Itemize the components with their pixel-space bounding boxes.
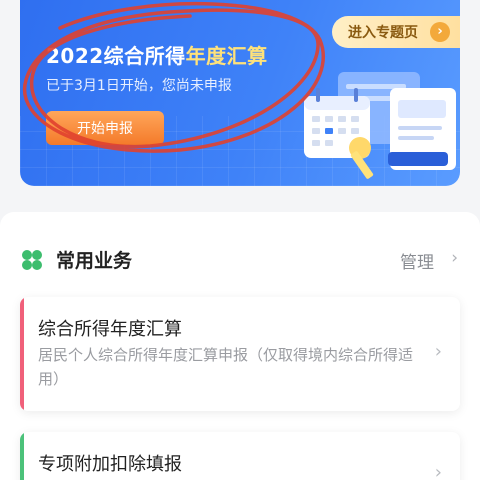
- banner-title-highlight: 年度汇算: [185, 44, 268, 68]
- topic-page-link[interactable]: 进入专题页 ›: [332, 16, 460, 48]
- banner-subtitle: 已于3月1日开始，您尚未申报: [46, 78, 232, 94]
- calendar-icon: [304, 88, 371, 159]
- service-title: 综合所得年度汇算: [38, 319, 182, 340]
- banner-title: 2022综合所得年度汇算: [46, 40, 268, 69]
- section-title: 常用业务: [56, 250, 133, 272]
- common-services-header: 常用业务 管理 ›: [20, 245, 460, 275]
- clover-icon: [22, 250, 42, 270]
- calendar-documents-illustration: [304, 72, 456, 179]
- chevron-right-icon: ›: [451, 248, 458, 268]
- chevron-right-icon: ›: [434, 462, 442, 480]
- start-filing-button[interactable]: 开始申报: [46, 111, 164, 145]
- chevron-right-icon: ›: [434, 341, 442, 362]
- service-card-annual-settlement[interactable]: 综合所得年度汇算 居民个人综合所得年度汇算申报（仅取得境内综合所得适用） ›: [20, 297, 460, 411]
- manage-button[interactable]: 管理: [400, 248, 434, 273]
- chevron-right-icon: ›: [430, 22, 450, 42]
- banner-title-prefix: 2022综合所得: [46, 44, 186, 68]
- document-front: [388, 88, 456, 170]
- service-card-special-deduction[interactable]: 专项附加扣除填报 ›: [20, 432, 460, 480]
- topic-page-label: 进入专题页: [348, 25, 418, 41]
- service-accent-bar: [20, 432, 24, 480]
- service-accent-bar: [20, 297, 24, 411]
- annual-settlement-banner[interactable]: 2022综合所得年度汇算 已于3月1日开始，您尚未申报 开始申报 进入专题页 ›: [20, 0, 460, 186]
- service-title: 专项附加扣除填报: [38, 454, 182, 475]
- service-description: 居民个人综合所得年度汇算申报（仅取得境内综合所得适用）: [38, 346, 414, 388]
